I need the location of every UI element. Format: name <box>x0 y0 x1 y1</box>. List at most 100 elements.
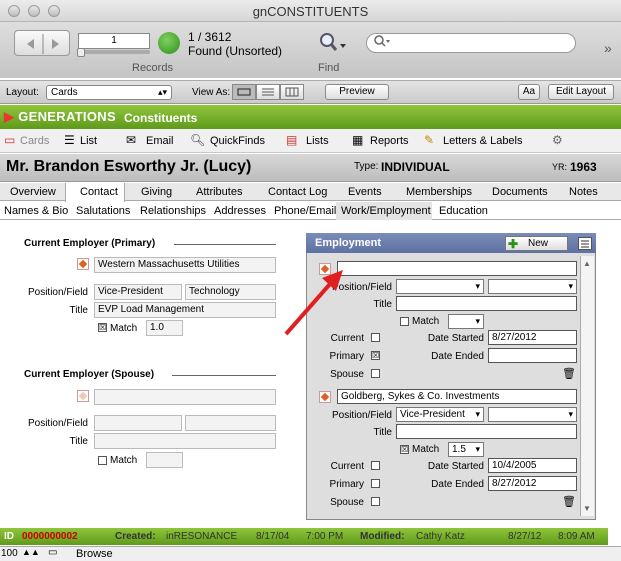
trash-icon[interactable]: 🗑︎ <box>562 367 576 380</box>
primary-field-field[interactable]: Technology <box>185 284 276 300</box>
status-toolbar-toggle-icon[interactable]: ▭ <box>48 547 57 558</box>
nav-email[interactable]: Email <box>146 135 174 147</box>
primary-match-checkbox[interactable]: ☒ <box>98 323 107 332</box>
reports-icon: ▦ <box>352 133 364 147</box>
zoom-controls-icon[interactable]: ▲▲ <box>22 547 40 557</box>
primary-title-field[interactable]: EVP Load Management <box>94 302 276 318</box>
tab-notes[interactable]: Notes <box>569 186 598 198</box>
employer-field[interactable] <box>337 261 577 276</box>
primary-checkbox[interactable]: ☒ <box>371 351 380 360</box>
edit-layout-button[interactable]: Edit Layout <box>548 84 614 100</box>
spouse-checkbox[interactable] <box>371 369 380 378</box>
tab-memberships[interactable]: Memberships <box>406 186 472 198</box>
nav-letters-labels[interactable]: Letters & Labels <box>443 135 523 147</box>
spouse-employer-lookup-icon[interactable] <box>77 390 89 402</box>
record-book-icon[interactable] <box>14 30 70 56</box>
match-label: Match <box>110 455 138 466</box>
primary-position-field[interactable]: Vice-President <box>94 284 182 300</box>
spouse-match-value[interactable] <box>146 452 183 468</box>
spouse-label: Spouse <box>330 369 364 380</box>
portal-list-icon[interactable] <box>578 237 592 250</box>
date-started-field[interactable]: 8/27/2012 <box>488 330 577 345</box>
created-time: 7:00 PM <box>306 531 344 542</box>
subtab-phone-email[interactable]: Phone/Email <box>274 205 336 217</box>
title-field[interactable] <box>396 424 577 439</box>
font-size-button[interactable]: Aa <box>518 84 540 100</box>
primary-employer-field[interactable]: Western Massachusetts Utilities <box>94 257 276 273</box>
scroll-down-icon[interactable]: ▼ <box>583 504 591 513</box>
employer-lookup-icon[interactable] <box>77 258 89 270</box>
match-checkbox[interactable]: ☒ <box>400 445 409 454</box>
current-checkbox[interactable] <box>371 461 380 470</box>
field-dropdown[interactable] <box>488 407 577 422</box>
mode-indicator: Browse <box>76 548 113 560</box>
tab-contact[interactable]: Contact <box>80 186 118 198</box>
primary-checkbox[interactable] <box>371 479 380 488</box>
employer-lookup-icon[interactable] <box>319 263 331 275</box>
record-number-input[interactable]: 1 <box>78 33 150 49</box>
trash-icon[interactable]: 🗑︎ <box>562 495 576 508</box>
employer-lookup-icon[interactable] <box>319 391 331 403</box>
search-input[interactable] <box>366 33 576 53</box>
preview-button[interactable]: Preview <box>325 84 389 100</box>
zoom-level[interactable]: 100 <box>1 548 18 559</box>
nav-cards[interactable]: Cards <box>20 135 49 147</box>
spouse-position-field[interactable] <box>94 415 182 431</box>
toolbar-overflow-icon[interactable]: » <box>604 40 612 56</box>
spouse-employer-field[interactable] <box>94 389 276 405</box>
date-started-field[interactable]: 10/4/2005 <box>488 458 577 473</box>
spouse-match-checkbox[interactable] <box>98 456 107 465</box>
tab-documents[interactable]: Documents <box>492 186 548 198</box>
primary-employer-heading: Current Employer (Primary) <box>24 238 156 249</box>
subtab-education[interactable]: Education <box>439 205 488 217</box>
list-icon: ☰ <box>64 133 75 147</box>
modified-by: Cathy Katz <box>416 531 465 542</box>
current-checkbox[interactable] <box>371 333 380 342</box>
record-slider[interactable] <box>78 50 150 54</box>
nav-quickfinds[interactable]: QuickFinds <box>210 135 265 147</box>
divider <box>172 375 276 376</box>
primary-match-value[interactable]: 1.0 <box>146 320 183 336</box>
tab-overview[interactable]: Overview <box>10 186 56 198</box>
portal-scrollbar[interactable]: ▲ ▼ <box>580 256 594 516</box>
match-dropdown[interactable]: 1.5 <box>448 442 484 457</box>
tab-contact-log[interactable]: Contact Log <box>268 186 327 198</box>
date-started-label: Date Started <box>427 333 484 344</box>
spouse-checkbox[interactable] <box>371 497 380 506</box>
position-dropdown[interactable]: Vice-President <box>396 407 484 422</box>
spouse-field-field[interactable] <box>185 415 276 431</box>
date-ended-field[interactable]: 8/27/2012 <box>488 476 577 491</box>
record-count: 1 / 3612 <box>188 30 232 44</box>
tab-events[interactable]: Events <box>348 186 382 198</box>
match-label: Match <box>412 316 440 327</box>
view-as-table-button[interactable] <box>280 84 304 100</box>
match-checkbox[interactable] <box>400 317 409 326</box>
tab-attributes[interactable]: Attributes <box>196 186 242 198</box>
record-slider-handle[interactable] <box>77 48 85 57</box>
nav-reports[interactable]: Reports <box>370 135 409 147</box>
subtab-addresses[interactable]: Addresses <box>214 205 266 217</box>
tab-giving[interactable]: Giving <box>141 186 172 198</box>
generations-logo: ▶ GENERATIONS <box>4 109 116 124</box>
field-dropdown[interactable] <box>488 279 577 294</box>
subtab-relationships[interactable]: Relationships <box>140 205 206 217</box>
subtab-work-employment[interactable]: Work/Employment <box>341 205 431 217</box>
subtab-salutations[interactable]: Salutations <box>76 205 130 217</box>
date-ended-field[interactable] <box>488 348 577 363</box>
title-field[interactable] <box>396 296 577 311</box>
nav-list[interactable]: List <box>80 135 97 147</box>
find-magnifier-icon[interactable] <box>318 32 348 59</box>
spouse-title-field[interactable] <box>94 433 276 449</box>
position-dropdown[interactable] <box>396 279 484 294</box>
view-as-list-button[interactable] <box>256 84 280 100</box>
view-as-form-button[interactable] <box>232 84 256 100</box>
chevron-down-icon: ▴▾ <box>157 87 167 97</box>
position-field-label: Position/Field <box>331 410 392 421</box>
employer-field[interactable]: Goldberg, Sykes & Co. Investments <box>337 389 577 404</box>
layout-select[interactable]: Cards ▴▾ <box>46 85 172 100</box>
match-dropdown[interactable] <box>448 314 484 329</box>
scroll-up-icon[interactable]: ▲ <box>583 259 591 268</box>
tools-icon[interactable]: ⚙ <box>552 133 563 147</box>
subtab-names-bio[interactable]: Names & Bio <box>4 205 68 217</box>
nav-lists[interactable]: Lists <box>306 135 329 147</box>
